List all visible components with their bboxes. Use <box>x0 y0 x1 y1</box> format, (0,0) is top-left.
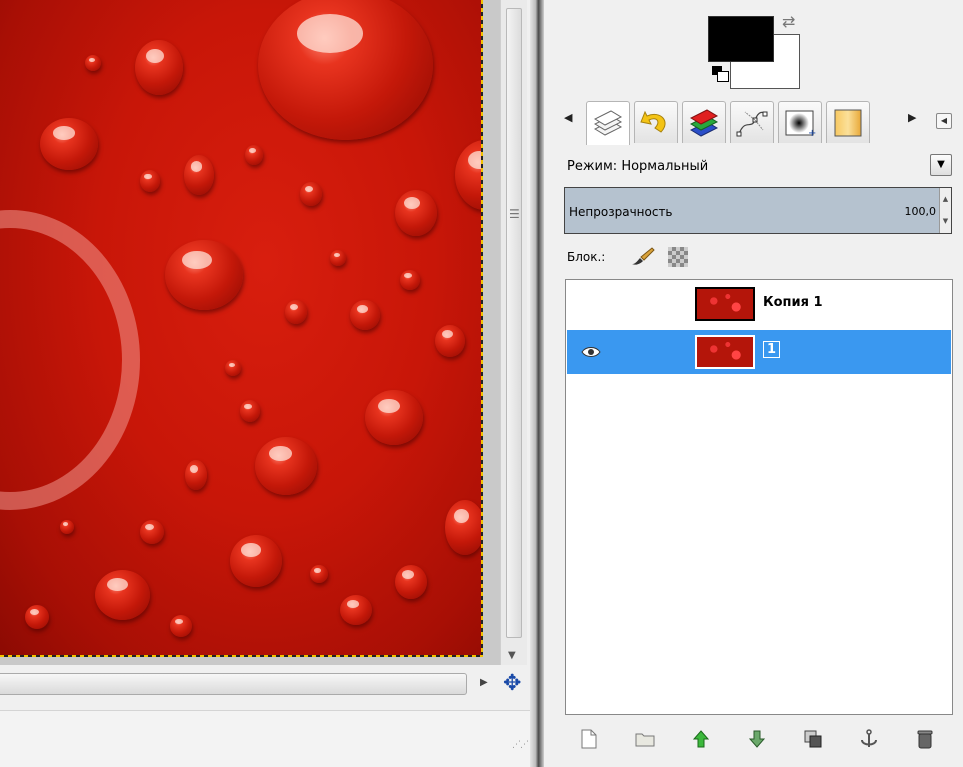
image-boundary <box>0 655 483 657</box>
duplicate-layer-button[interactable] <box>802 728 824 750</box>
layer-group-icon <box>635 733 655 747</box>
right-dock: ⇄ ◀ + ▶ ◀ Режим: Нормальный ▼ Непрозрачн… <box>544 0 963 767</box>
fg-bg-color-selector: ⇄ <box>708 12 818 92</box>
mode-select[interactable]: Режим: Нормальный <box>567 159 708 174</box>
opacity-label: Непрозрачность <box>569 205 673 219</box>
default-colors-icon[interactable] <box>712 66 732 84</box>
image-boundary <box>481 0 483 656</box>
horizontal-scrollbar-thumb[interactable] <box>0 673 467 695</box>
opacity-spin-arrows-icon[interactable]: ▲ ▼ <box>939 188 951 233</box>
duplicate-layer-icon <box>804 730 822 748</box>
scroll-down-arrow-icon[interactable]: ▼ <box>508 650 516 661</box>
layer-name[interactable]: Копия 1 <box>763 295 823 310</box>
lower-layer-button[interactable] <box>746 728 768 750</box>
lock-label: Блок.: <box>567 250 606 264</box>
image-water-drops <box>0 0 482 656</box>
layer-row-selected[interactable]: 1 <box>567 330 951 374</box>
layer-thumbnail <box>695 335 755 369</box>
undo-history-icon <box>640 110 666 133</box>
layers-icon <box>593 109 623 136</box>
paths-icon <box>736 111 768 136</box>
opacity-value[interactable]: 100,0 <box>905 205 937 218</box>
tab-brushes[interactable]: + <box>778 101 822 143</box>
anchor-layer-button[interactable] <box>858 728 880 750</box>
navigate-move-icon[interactable]: ✥ <box>503 673 521 695</box>
delete-layer-icon <box>917 730 933 749</box>
anchor-layer-icon <box>861 729 877 747</box>
swap-colors-icon[interactable]: ⇄ <box>782 12 795 31</box>
svg-text:+: + <box>808 128 816 138</box>
channels-icon <box>689 108 719 137</box>
tab-scroll-right-icon[interactable]: ▶ <box>908 111 916 124</box>
dock-tab-bar: ◀ + ▶ ◀ <box>564 99 954 145</box>
raise-layer-button[interactable] <box>690 728 712 750</box>
vertical-scrollbar-thumb[interactable] <box>506 8 522 638</box>
vertical-scrollbar[interactable] <box>500 0 527 665</box>
gradients-icon <box>834 109 862 136</box>
visibility-eye-icon[interactable] <box>581 345 601 359</box>
brushes-icon: + <box>785 110 816 138</box>
foreground-color-swatch[interactable] <box>708 16 774 62</box>
layer-name[interactable]: 1 <box>763 341 781 358</box>
image-canvas[interactable] <box>0 0 500 665</box>
opacity-slider[interactable]: Непрозрачность 100,0 ▲ ▼ <box>564 187 952 234</box>
lock-pixels-brush-icon[interactable] <box>630 246 656 266</box>
tab-gradients[interactable] <box>826 101 870 143</box>
horizontal-scroll-area: ▶ ✥ <box>0 665 530 710</box>
layers-list[interactable]: Копия 1 1 <box>565 279 953 715</box>
lower-layer-icon <box>749 730 765 748</box>
lock-alpha-checker-icon[interactable] <box>668 247 688 267</box>
new-layer-button[interactable] <box>578 728 600 750</box>
layer-row[interactable]: Копия 1 <box>567 282 951 326</box>
gimp-window: ☰ ▼ ▶ ✥ ⋰⋰ ⇄ ◀ + ▶ ◀ Режим: Нормальный ▼… <box>0 0 963 767</box>
layer-thumbnail <box>695 287 755 321</box>
tab-paths[interactable] <box>730 101 774 143</box>
tab-undo-history[interactable] <box>634 101 678 143</box>
scroll-right-arrow-icon[interactable]: ▶ <box>480 677 488 688</box>
pane-separator[interactable] <box>530 0 544 767</box>
status-bar <box>0 710 530 767</box>
resize-grip-icon[interactable]: ⋰⋰ <box>512 740 529 750</box>
new-layer-group-button[interactable] <box>634 728 656 750</box>
delete-layer-button[interactable] <box>914 728 936 750</box>
layers-button-bar <box>564 720 954 760</box>
mode-dropdown-arrow-icon[interactable]: ▼ <box>930 154 952 176</box>
tab-menu-icon[interactable]: ◀ <box>936 113 952 129</box>
tab-layers[interactable] <box>586 101 630 145</box>
scroll-grip-icon: ☰ <box>509 207 520 221</box>
layers-panel: Режим: Нормальный ▼ Непрозрачность 100,0… <box>564 145 954 761</box>
tab-channels[interactable] <box>682 101 726 143</box>
raise-layer-icon <box>693 730 709 748</box>
tab-scroll-left-icon[interactable]: ◀ <box>564 111 572 124</box>
new-layer-icon <box>581 729 597 749</box>
